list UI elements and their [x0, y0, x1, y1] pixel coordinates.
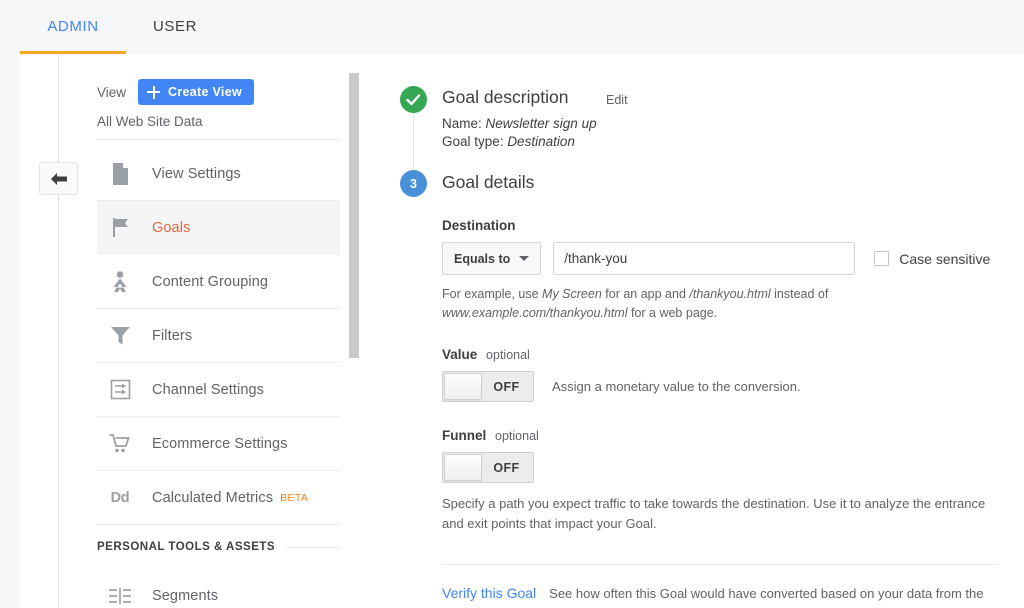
check-icon: [406, 93, 421, 105]
step-complete-badge: [400, 86, 427, 113]
destination-row: Equals to Case sensitive: [442, 242, 1024, 275]
admin-sidebar: View Create View All Web Site Data View …: [75, 54, 360, 608]
sidebar-item-segments[interactable]: Segments: [97, 569, 340, 608]
sidebar-item-channel-settings[interactable]: Channel Settings: [97, 363, 340, 417]
sidebar-item-label: Segments: [152, 588, 219, 604]
value-description: Assign a monetary value to the conversio…: [552, 379, 801, 394]
funnel-description: Specify a path you expect traffic to tak…: [442, 496, 986, 531]
sidebar-item-label: Goals: [152, 219, 191, 236]
funnel-toggle[interactable]: OFF: [442, 452, 534, 483]
sidebar-item-label: Content Grouping: [152, 273, 269, 290]
goal-description-meta: Name: Newsletter sign up Goal type: Dest…: [442, 115, 597, 151]
plus-icon: [147, 85, 161, 99]
sidebar-item-ecommerce-settings[interactable]: Ecommerce Settings BETA: [97, 417, 340, 471]
collapse-sidebar-button[interactable]: [39, 162, 78, 195]
goal-name-value: Newsletter sign up: [485, 116, 597, 131]
help-part-1: For example, use: [442, 287, 543, 301]
value-toggle-state: OFF: [493, 379, 520, 394]
view-label: View: [97, 84, 127, 100]
rail-divider: [58, 54, 59, 608]
funnel-toggle-knob: [444, 454, 482, 481]
section-heading-rule: [287, 546, 340, 548]
verify-this-goal-link[interactable]: Verify this Goal: [442, 585, 536, 601]
help-em-2: /thankyou.html: [689, 287, 771, 301]
verify-goal-row: Verify this Goal See how often this Goal …: [442, 583, 998, 608]
value-toggle[interactable]: OFF: [442, 371, 534, 402]
sidebar-item-label: Calculated Metrics: [152, 489, 274, 506]
goal-type-label: Goal type:: [442, 134, 504, 149]
section-divider: [442, 564, 998, 565]
goal-name-row: Name: Newsletter sign up: [442, 115, 597, 133]
value-label: Value: [442, 347, 478, 362]
goal-details-title: Goal details: [442, 172, 535, 192]
help-em-3: www.example.com/thankyou.html: [442, 306, 628, 320]
admin-page: ADMIN USER View Create View All Web Site…: [0, 0, 1024, 608]
funnel-label: Funnel: [442, 428, 487, 443]
chevron-down-icon: [519, 256, 530, 261]
sidebar-item-goals[interactable]: Goals: [97, 201, 340, 255]
destination-label: Destination: [442, 218, 516, 233]
back-arrow-icon: [50, 172, 67, 185]
funnel-toggle-row: OFF: [442, 452, 1024, 483]
goal-editor: Goal description Edit Name: Newsletter s…: [390, 54, 1024, 608]
help-part-3: instead of: [770, 287, 829, 301]
step-connector-line: [413, 113, 414, 176]
case-sensitive-label: Case sensitive: [899, 250, 991, 267]
view-header: View Create View: [97, 79, 342, 105]
match-type-value: Equals to: [454, 251, 511, 266]
goal-type-row: Goal type: Destination: [442, 133, 597, 151]
tab-user[interactable]: USER: [126, 0, 224, 53]
create-view-button[interactable]: Create View: [138, 79, 254, 105]
destination-help-text: For example, use My Screen for an app an…: [442, 285, 852, 323]
funnel-label-row: Funnel optional: [442, 428, 1024, 443]
match-type-select[interactable]: Equals to: [442, 242, 542, 275]
segments-icon: [105, 588, 135, 604]
funnel-icon: [105, 325, 135, 346]
destination-input[interactable]: [553, 242, 856, 275]
sidebar-item-label: View Settings: [152, 165, 241, 182]
dd-icon: Dd: [110, 489, 130, 506]
person-icon: [105, 270, 135, 293]
funnel-toggle-state: OFF: [493, 460, 520, 475]
edit-goal-description-link[interactable]: Edit: [606, 93, 628, 107]
current-view-name: All Web Site Data: [97, 114, 340, 140]
document-icon: [105, 162, 135, 185]
help-em-1: My Screen: [542, 287, 602, 301]
sidebar-item-filters[interactable]: Filters: [97, 309, 340, 363]
sidebar-item-label: Filters: [152, 327, 193, 344]
sidebar-item-label: Channel Settings: [152, 381, 265, 398]
sidebar-item-label: Ecommerce Settings: [152, 435, 288, 452]
tab-admin[interactable]: ADMIN: [20, 0, 126, 53]
admin-nav-list: View Settings Goals Content Grouping Fil…: [97, 147, 340, 608]
funnel-optional-tag: optional: [495, 429, 539, 443]
sidebar-item-calculated-metrics[interactable]: Dd Calculated Metrics BETA: [97, 471, 340, 525]
beta-badge: BETA: [280, 491, 309, 504]
tab-list: ADMIN USER: [20, 0, 224, 53]
personal-tools-heading: PERSONAL TOOLS & ASSETS: [97, 525, 340, 569]
value-optional-tag: optional: [486, 348, 530, 362]
cart-icon: [105, 433, 135, 454]
goal-details-form: Destination Equals to Case sensitive For…: [442, 218, 1024, 608]
section-heading-label: PERSONAL TOOLS & ASSETS: [97, 541, 276, 553]
flag-icon: [105, 217, 135, 238]
goal-name-label: Name:: [442, 116, 482, 131]
case-sensitive-toggle[interactable]: Case sensitive: [874, 251, 990, 267]
sidebar-item-view-settings[interactable]: View Settings: [97, 147, 340, 201]
top-tab-bar: ADMIN USER: [0, 0, 1024, 54]
help-part-2: for an app and: [601, 287, 690, 301]
help-part-4: for a web page.: [627, 306, 718, 320]
goal-description-title: Goal description: [442, 87, 569, 107]
step-number-badge: 3: [400, 170, 427, 197]
goal-type-value: Destination: [507, 134, 575, 149]
sidebar-item-content-grouping[interactable]: Content Grouping: [97, 255, 340, 309]
create-view-label: Create View: [168, 85, 242, 99]
case-sensitive-checkbox[interactable]: [874, 251, 890, 266]
sidebar-scrollbar-thumb[interactable]: [349, 73, 359, 358]
value-label-row: Value optional: [442, 347, 1024, 362]
value-toggle-knob: [444, 373, 482, 400]
value-toggle-row: OFF Assign a monetary value to the conve…: [442, 371, 1024, 402]
channel-icon: [105, 379, 135, 400]
